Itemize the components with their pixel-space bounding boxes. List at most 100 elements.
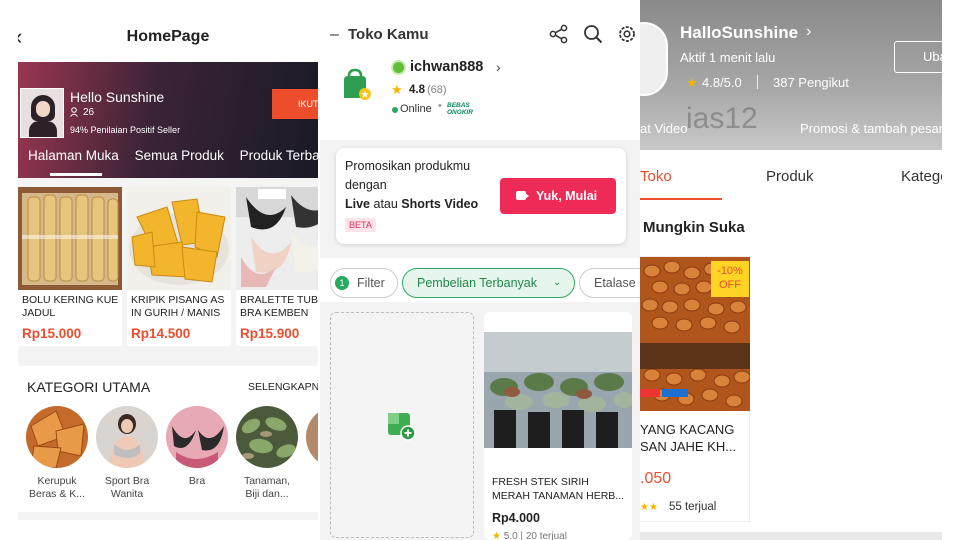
video-link[interactable]: at Video: [640, 121, 687, 136]
shop-logo-icon: [338, 68, 372, 102]
filter-label: Filter: [357, 276, 385, 290]
product-card[interactable]: -10% OFF YANG KACANG SAN JAHE KH... .050…: [640, 256, 750, 522]
rating-stars-icon: ★★: [640, 502, 658, 513]
promo-card: Promosikan produkmu dengan Live atau Sho…: [336, 148, 626, 244]
product-name: BOLU KERING KUE: [22, 294, 119, 306]
promotion-link[interactable]: Promosi & tambah pesanan: [800, 121, 942, 136]
main-categories: KATEGORI UTAMA SELENGKAPNYA Kerupuk Bera…: [18, 366, 318, 512]
shop-rating: 4.8/5.0: [702, 75, 742, 90]
shop-banner: HalloSunshine › Aktif 1 menit lalu ★ 4.8…: [640, 0, 942, 150]
star-icon: ★: [686, 75, 698, 90]
promo-text-line2: dengan: [345, 178, 387, 192]
product-name-line2: SAN JAHE KH...: [640, 439, 737, 454]
category-item[interactable]: Sport Bra Wanita: [92, 406, 162, 506]
tab-produk-terbaru[interactable]: Produk Terbaru: [240, 148, 318, 163]
section-title: Mungkin Suka: [643, 219, 745, 236]
product-image-bolu: [18, 187, 122, 290]
product-card[interactable]: KRIPIK PISANG AS IN GURIH / MANIS Rp14.5…: [127, 187, 231, 346]
back-icon[interactable]: –: [330, 26, 339, 44]
category-item[interactable]: Kerupuk Beras & K...: [22, 406, 92, 506]
promo-live: Live: [345, 197, 371, 211]
homepage-panel: ‹ HomePage Hello Sunshine 26 94% Penilai…: [18, 0, 318, 540]
start-live-label: Yuk, Mulai: [536, 189, 598, 203]
see-all-link[interactable]: SELENGKAPNYA: [248, 381, 318, 393]
product-name-line2: JADUL: [22, 307, 56, 319]
category-item[interactable]: Tanaman, Biji dan...: [232, 406, 302, 506]
category-label: Tanaman,: [243, 475, 291, 487]
category-image-partial: [306, 406, 318, 468]
category-image-tanaman: [236, 406, 298, 468]
category-item[interactable]: [302, 406, 318, 506]
my-shop-panel: – Toko Kamu ichwan888 › ★ 4.8 (68) Onlin…: [320, 0, 640, 540]
product-name: FRESH STEK SIRIH: [492, 476, 589, 488]
category-label: Sport Bra: [104, 475, 150, 487]
beta-badge: BETA: [345, 218, 376, 232]
gear-icon[interactable]: [616, 23, 638, 45]
category-label: Bra: [188, 475, 206, 487]
product-sold: 20 terjual: [525, 531, 567, 540]
tab-produk[interactable]: Produk: [766, 168, 814, 185]
etalase-chip[interactable]: Etalase: [579, 268, 640, 298]
promo-or: atau: [370, 197, 402, 211]
seller-rating: 94% Penilaian Positif Seller: [70, 125, 181, 135]
search-icon[interactable]: [582, 23, 604, 45]
product-name: YANG KACANG: [640, 422, 735, 437]
category-item[interactable]: Bra: [162, 406, 232, 506]
tab-semua-produk[interactable]: Semua Produk: [135, 148, 224, 163]
shop-name: Hello Sunshine: [70, 89, 165, 105]
product-image-kripik: [127, 187, 231, 290]
product-card[interactable]: BRALETTE TUBE BRA KEMBEN Rp15.900: [236, 187, 318, 346]
rating-count: (68): [427, 84, 447, 96]
chevron-right-icon[interactable]: ›: [806, 23, 811, 41]
promo-text: Promosikan produkmu: [345, 159, 471, 173]
product-price: Rp15.000: [22, 326, 82, 341]
discount-off: OFF: [719, 279, 741, 291]
product-name-line2: IN GURIH / MANIS: [131, 307, 221, 319]
verified-badge-icon: [391, 60, 406, 75]
tab-halaman-muka[interactable]: Halaman Muka: [28, 148, 119, 163]
shop-rating: 4.8: [409, 84, 425, 96]
add-product-card[interactable]: [330, 312, 474, 538]
edit-shop-button[interactable]: Ubah: [894, 41, 942, 73]
discount-value: -10%: [717, 265, 743, 277]
product-name-line2: MERAH TANAMAN HERB...: [492, 490, 625, 502]
category-image-kerupuk: [26, 406, 88, 468]
product-rating: ★ 5.0 | 20 terjual: [492, 531, 567, 540]
sort-best-selling-chip[interactable]: Pembelian Terbanyak ⌄: [402, 268, 575, 298]
online-dot: [392, 107, 398, 113]
shop-avatar[interactable]: [20, 88, 64, 138]
product-row: BOLU KERING KUE JADUL Rp15.000 KRIPIK PI…: [18, 187, 318, 347]
active-tab-indicator: [50, 173, 102, 176]
free-shipping-line2: ONGKIR: [447, 109, 473, 116]
promo-text-line3: Live atau Shorts Video: [345, 196, 478, 212]
followers-count: 387 Pengikut: [773, 75, 849, 90]
discount-badge: -10% OFF: [711, 261, 749, 297]
shop-name: HalloSunshine: [680, 23, 799, 42]
shop-username: ichwan888: [410, 59, 484, 75]
filter-button[interactable]: 1 Filter: [330, 268, 398, 298]
share-icon[interactable]: [548, 23, 570, 45]
bottom-strip: [18, 520, 318, 540]
start-live-button[interactable]: Yuk, Mulai: [500, 178, 616, 214]
video-camera-icon: [516, 191, 529, 200]
active-tab-indicator: [640, 198, 722, 200]
free-shipping-line1: BEBAS: [447, 102, 470, 109]
divider: [757, 75, 758, 89]
shop-tabs: Toko Produk Kategori: [640, 150, 942, 202]
product-card[interactable]: BOLU KERING KUE JADUL Rp15.000: [18, 187, 122, 346]
chevron-right-icon[interactable]: ›: [496, 59, 501, 75]
tab-kategori[interactable]: Kategori: [901, 168, 942, 185]
separator-dot: •: [438, 100, 442, 112]
shop-avatar[interactable]: [640, 22, 668, 96]
follow-button[interactable]: IKUTI: [272, 89, 318, 119]
shop-profile-panel: HalloSunshine › Aktif 1 menit lalu ★ 4.8…: [640, 0, 942, 540]
recommendation-section: Mungkin Suka -10% OFF YANG KACANG SAN JA…: [640, 202, 942, 532]
last-active: Aktif 1 menit lalu: [680, 50, 776, 65]
category-image-sport-bra: [96, 406, 158, 468]
filter-count-badge: 1: [335, 276, 349, 290]
product-card[interactable]: FRESH STEK SIRIH MERAH TANAMAN HERB... R…: [484, 312, 632, 540]
add-product-icon: [386, 411, 416, 441]
star-icon: ★: [492, 531, 501, 540]
product-price: .050: [640, 470, 672, 487]
tab-toko[interactable]: Toko: [640, 168, 672, 185]
